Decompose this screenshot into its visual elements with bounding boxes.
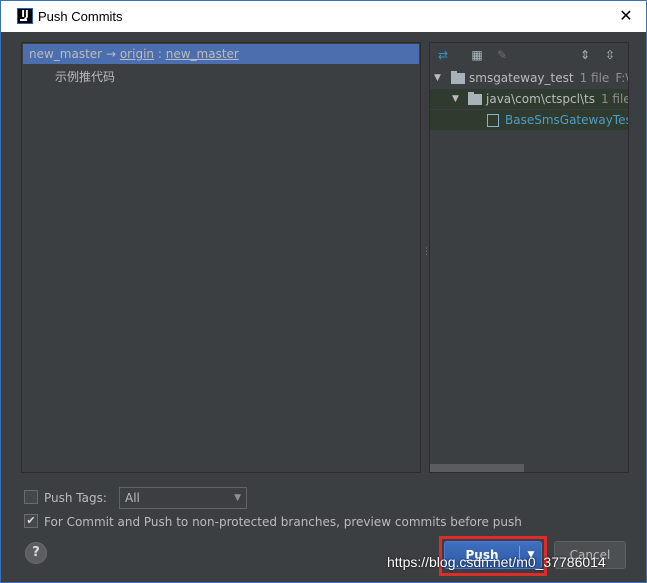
local-branch: new_master [29, 47, 103, 61]
horizontal-scrollbar[interactable] [430, 464, 524, 472]
remote-branch-link[interactable]: new_master [166, 47, 239, 61]
file-tree: ▼ smsgateway_test 1 file F:\u ▼ java\com\c… [430, 68, 628, 133]
module-file-count: 1 file [579, 71, 610, 85]
module-name: smsgateway_test [469, 71, 574, 85]
commit-item[interactable]: 示例推代码 [55, 68, 115, 85]
collapse-all-icon[interactable]: ⇳ [602, 47, 618, 63]
title-bar: IJ Push Commits ✕ [1, 1, 646, 32]
group-by-icon[interactable]: ▦ [469, 47, 485, 63]
preview-commits-checkbox[interactable]: ✔ [24, 514, 38, 528]
edit-icon[interactable]: ✎ [494, 47, 510, 63]
package-name: java\com\ctspcl\ts [486, 92, 595, 106]
module-folder-icon [451, 71, 465, 84]
package-folder-icon [468, 92, 482, 105]
package-file-count: 1 file [600, 92, 628, 106]
preview-commits-label: For Commit and Push to non-protected bra… [44, 515, 522, 529]
java-file-icon [487, 114, 499, 127]
help-button[interactable]: ? [25, 542, 47, 564]
branch-row[interactable]: new_master → origin : new_master [23, 44, 419, 64]
expand-all-icon[interactable]: ⇕ [577, 47, 593, 63]
chevron-down-icon: ▼ [234, 493, 241, 503]
push-tags-select[interactable]: All ▼ [119, 487, 247, 509]
tree-file-row[interactable]: BaseSmsGatewayTest [430, 110, 628, 130]
splitter-handle[interactable]: ⋮ [422, 248, 431, 264]
files-toolbar: ⇄ ▦ ✎ ⇕ ⇳ [430, 43, 628, 67]
tree-root-row[interactable]: ▼ smsgateway_test 1 file F:\u [430, 68, 628, 88]
push-commits-dialog: IJ Push Commits ✕ new_master → origin : … [0, 0, 647, 583]
dialog-content: new_master → origin : new_master 示例推代码 ⋮… [9, 32, 638, 576]
expand-arrow-icon[interactable]: ▼ [452, 89, 459, 109]
push-tags-select-value: All [125, 491, 140, 505]
expand-arrow-icon[interactable]: ▼ [434, 68, 441, 88]
close-icon[interactable]: ✕ [616, 6, 636, 26]
changed-files-panel: ⇄ ▦ ✎ ⇕ ⇳ ▼ smsgateway_test 1 file F:\u ▼ [429, 42, 629, 473]
push-tags-label: Push Tags: [44, 491, 107, 505]
push-tags-checkbox[interactable] [24, 490, 38, 504]
intellij-app-icon: IJ [17, 8, 33, 24]
window-title: Push Commits [38, 9, 123, 24]
colon-separator: : [157, 47, 162, 61]
tree-folder-row[interactable]: ▼ java\com\ctspcl\ts 1 file [430, 89, 628, 109]
remote-link[interactable]: origin [120, 47, 154, 61]
commits-panel: new_master → origin : new_master 示例推代码 [21, 42, 421, 473]
arrow-icon: → [105, 47, 117, 61]
module-path: F:\u [615, 71, 628, 85]
diff-icon[interactable]: ⇄ [435, 47, 451, 63]
file-name: BaseSmsGatewayTest [505, 113, 628, 127]
watermark-text: https://blog.csdn.net/m0_37786014 [387, 554, 606, 570]
